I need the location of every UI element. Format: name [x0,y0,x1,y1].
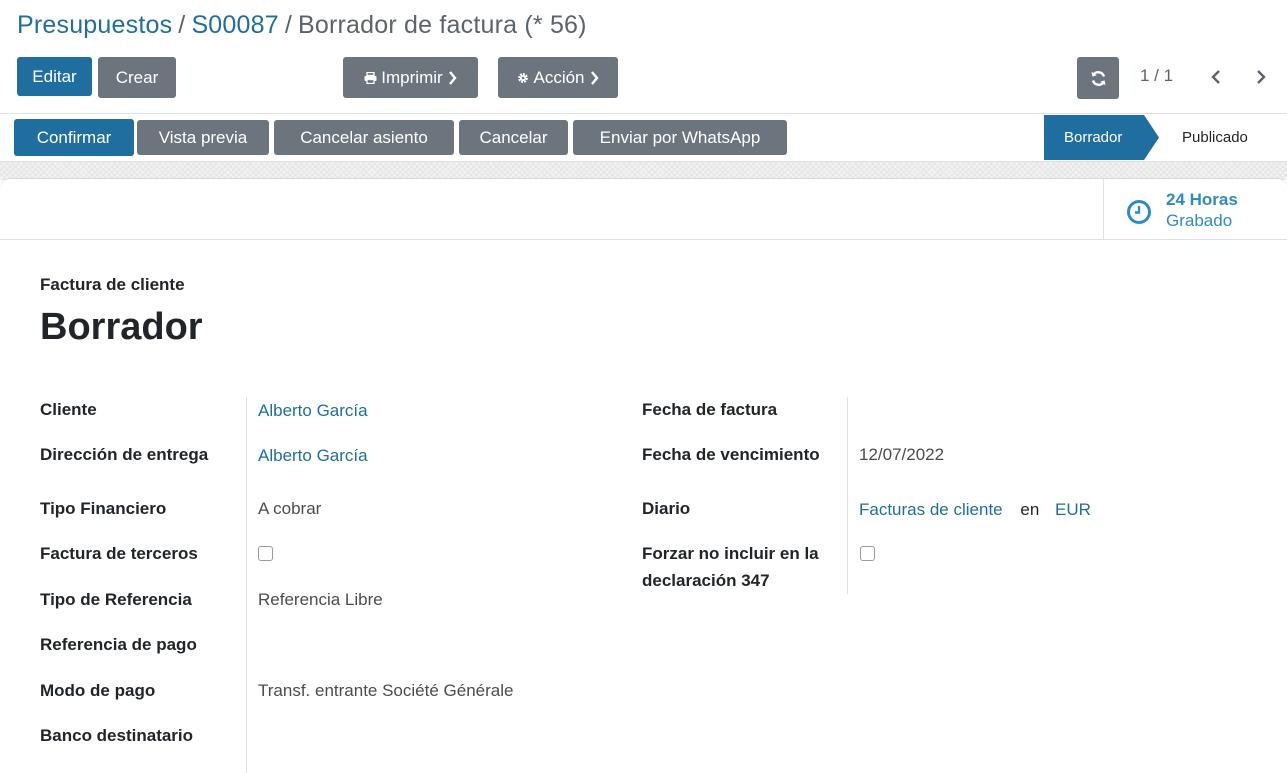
status-draft-label: Borrador [1064,129,1123,146]
preview-button[interactable]: Vista previa [137,120,269,155]
invoice-state-title: Borrador [40,306,203,348]
confirm-button-label: Confirmar [36,127,112,147]
delivery-address-field[interactable]: Alberto García [258,442,368,469]
stat-value: 24 Horas [1166,190,1238,209]
force-exclude-347-checkbox[interactable] [860,546,875,561]
action-button[interactable]: Acción [498,57,618,98]
print-button[interactable]: Imprimir [343,57,478,98]
payment-reference-label: Referencia de pago [40,635,197,654]
create-button-label: Crear [115,67,159,87]
print-icon [364,71,377,84]
breadcrumb-separator: / [284,11,292,39]
whatsapp-button[interactable]: Enviar por WhatsApp [573,120,787,155]
button-box: 24 Horas Grabado [0,179,1287,240]
confirm-button[interactable]: Confirmar [14,119,134,156]
reference-type-field[interactable]: Referencia Libre [258,586,383,613]
cancel-entry-button-label: Cancelar asiento [300,127,428,147]
journal-label: Diario [642,499,691,518]
timesheet-stat-button[interactable]: 24 Horas Grabado [1103,179,1287,240]
delivery-address-label: Dirección de entrega [40,445,209,464]
financial-type-field[interactable]: A cobrar [258,495,321,522]
due-date-label: Fecha de vencimiento [642,445,820,464]
breadcrumb-current: Borrador de factura (* 56) [298,11,587,39]
create-button[interactable]: Crear [98,57,176,98]
reference-type-label: Tipo de Referencia [40,590,192,609]
customer-label: Cliente [40,400,97,419]
journal-currency-field[interactable]: EUR [1055,500,1091,519]
third-party-invoice-checkbox[interactable] [258,546,273,561]
pager-previous-button[interactable] [1206,66,1226,88]
customer-field[interactable]: Alberto García [258,397,368,424]
chevron-left-icon [1211,69,1221,85]
breadcrumb: Presupuestos / S00087/Borrador de factura … [17,11,587,40]
refresh-icon [1090,70,1107,87]
cancel-entry-button[interactable]: Cancelar asiento [274,120,454,155]
force-exclude-347-label: Forzar no incluir en la declaración 347 [642,544,819,590]
breadcrumb-separator: / [178,11,186,39]
chevron-right-icon [1256,69,1266,85]
financial-type-label: Tipo Financiero [40,499,167,518]
payment-mode-label: Modo de pago [40,681,156,700]
refresh-button[interactable] [1077,57,1119,99]
field-separator-left [246,397,247,773]
status-posted-label: Publicado [1182,129,1248,146]
action-button-label: Acción [533,67,585,87]
chevron-right-icon [448,70,457,85]
cancel-button-label: Cancelar [479,127,548,147]
breadcrumb-presupuestos[interactable]: Presupuestos [17,11,172,39]
pager-value[interactable]: 1 / 1 [1140,66,1173,86]
third-party-invoice-label: Factura de terceros [40,544,198,563]
breadcrumb-order[interactable]: S00087 [191,11,278,39]
field-separator-right [847,397,848,594]
invoice-move-type: Factura de cliente [40,275,185,294]
recipient-bank-label: Banco destinatario [40,726,194,745]
status-posted[interactable]: Publicado [1162,115,1287,160]
chevron-right-icon [590,70,599,85]
status-draft: Borrador [1044,115,1159,160]
clock-icon [1126,199,1152,225]
journal-row: Facturas de cliente en EUR [859,496,1091,523]
journal-field[interactable]: Facturas de cliente [859,500,1003,519]
form-sheet: 24 Horas Grabado [0,178,1287,773]
payment-mode-field[interactable]: Transf. entrante Société Générale [258,677,513,704]
pager-next-button[interactable] [1251,66,1271,88]
cancel-button[interactable]: Cancelar [459,120,568,155]
journal-in-text: en [1020,500,1040,519]
print-button-label: Imprimir [381,67,443,87]
stat-text: Grabado [1166,211,1233,230]
edit-button-label: Editar [32,66,77,86]
due-date-field[interactable]: 12/07/2022 [859,441,944,468]
whatsapp-button-label: Enviar por WhatsApp [599,127,761,147]
gear-icon [517,72,529,84]
preview-button-label: Vista previa [158,127,248,147]
control-panel: Presupuestos / S00087/Borrador de factura … [0,0,1287,114]
edit-button[interactable]: Editar [17,57,92,96]
invoice-date-label: Fecha de factura [642,400,778,419]
